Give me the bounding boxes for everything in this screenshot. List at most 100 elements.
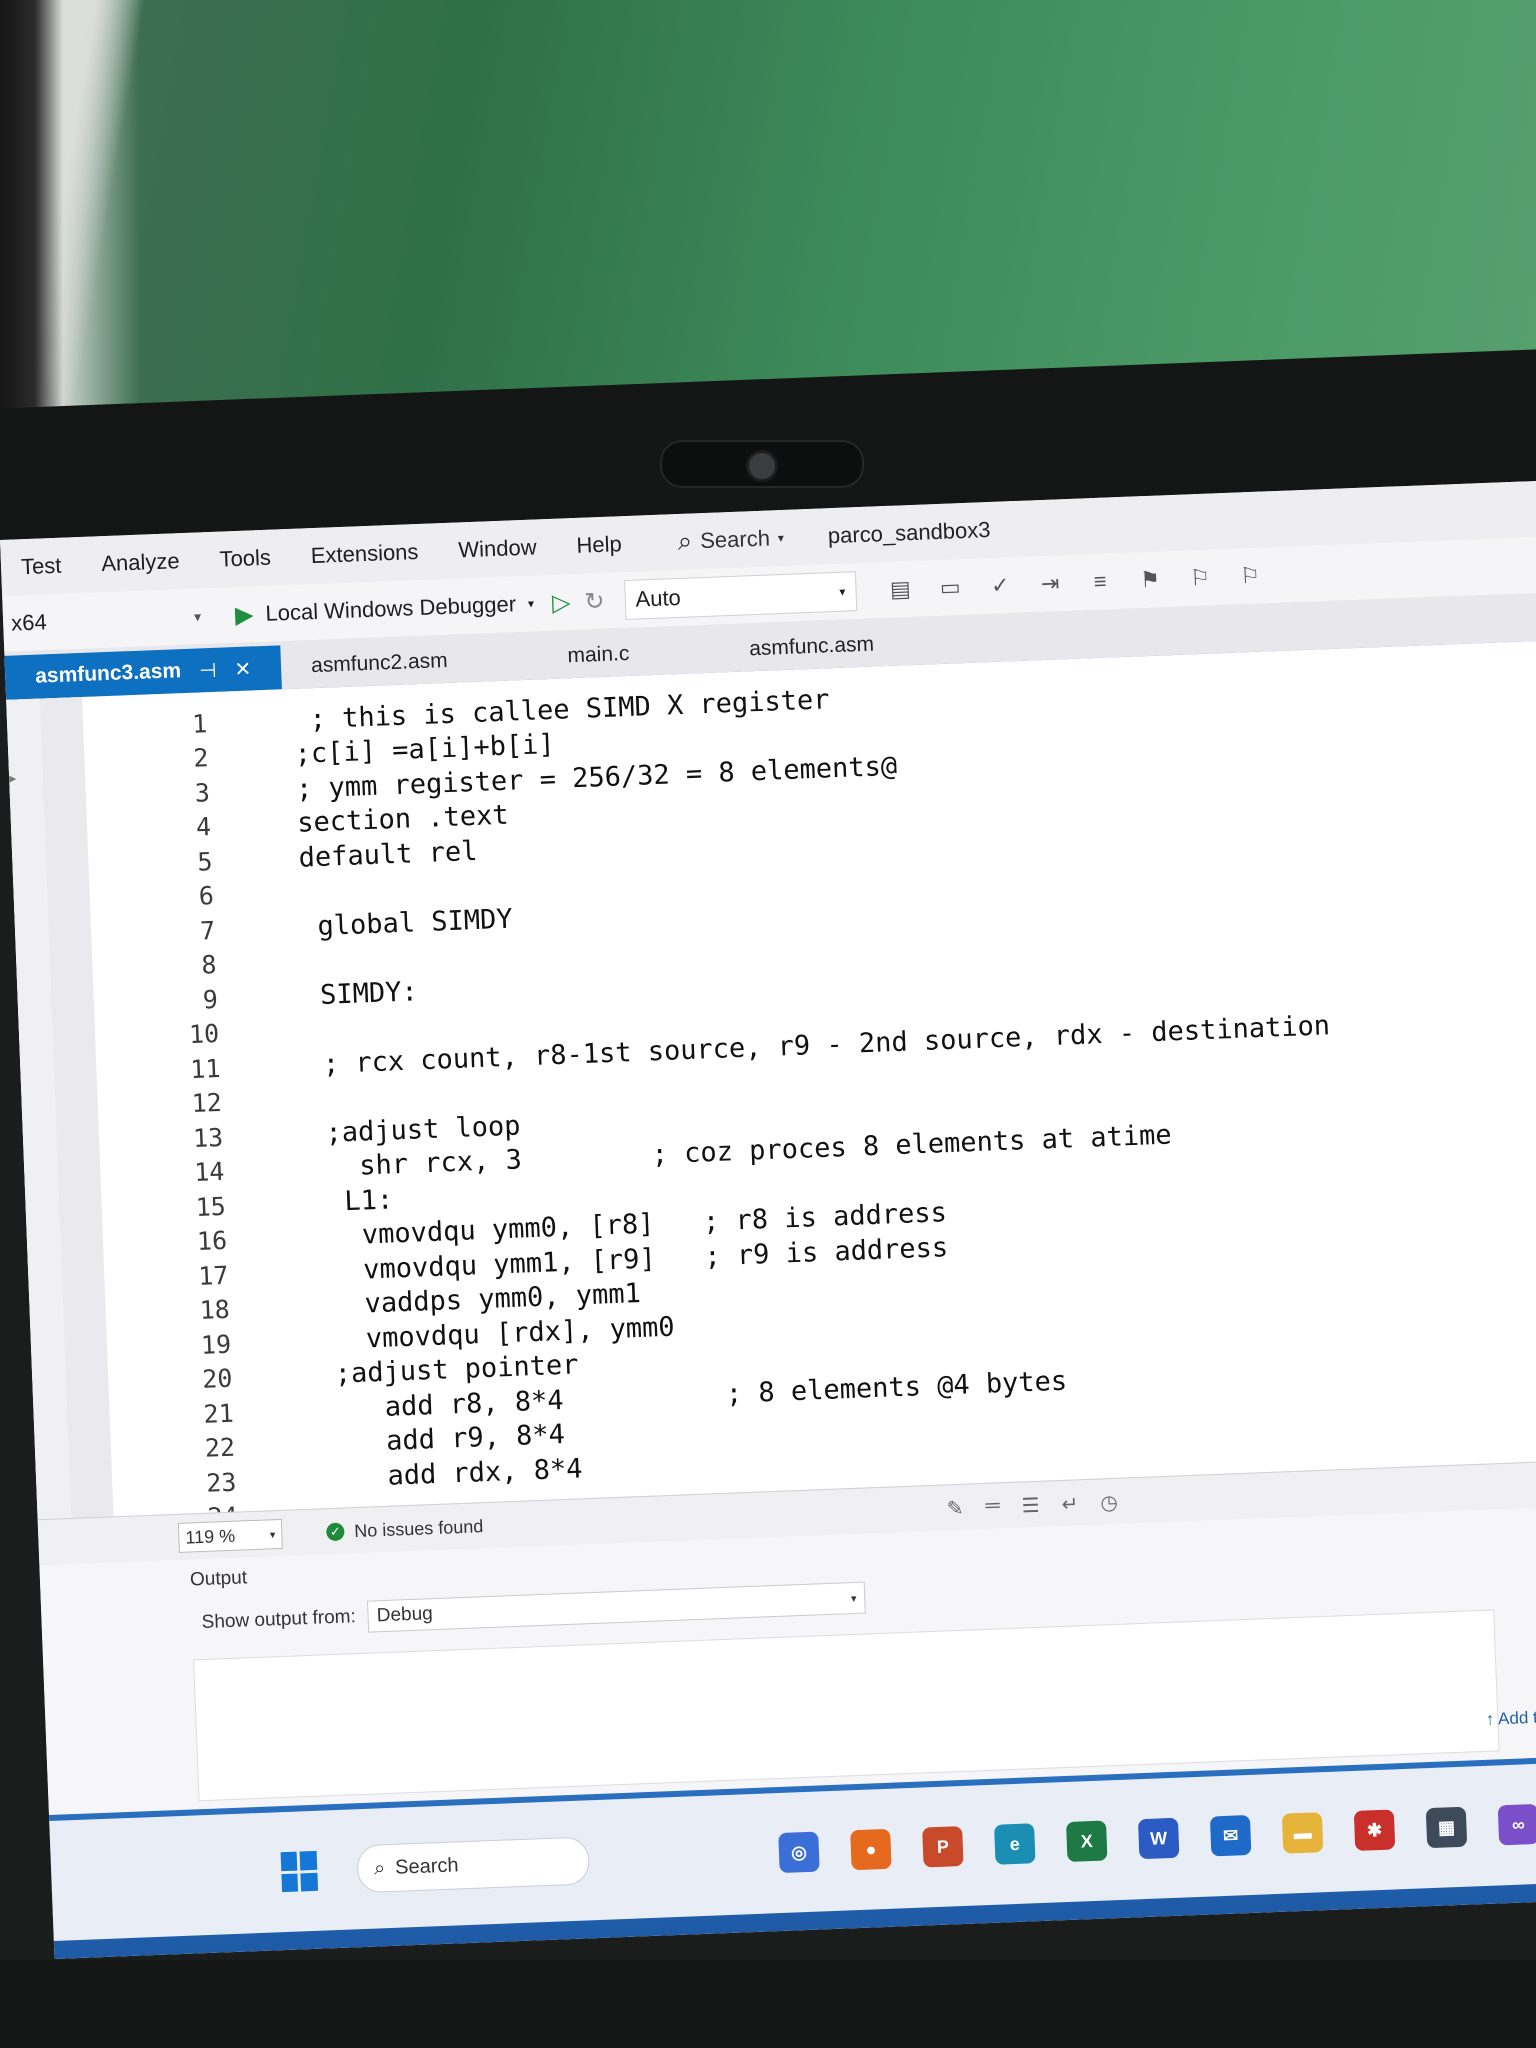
- line-number: 22: [204, 1432, 236, 1464]
- zoom-value: 119 %: [185, 1525, 236, 1548]
- hot-reload-icon[interactable]: ↻: [584, 586, 605, 616]
- brush-icon[interactable]: ✎: [946, 1495, 964, 1521]
- line-number: 4: [195, 812, 212, 842]
- close-icon[interactable]: ✕: [234, 656, 252, 682]
- line-number: 10: [188, 1019, 220, 1050]
- powerpoint-icon[interactable]: P: [922, 1826, 964, 1868]
- bookmark-icon[interactable]: ⚑: [1136, 565, 1165, 594]
- chevron-down-icon: ▾: [193, 607, 202, 625]
- tab-main-c[interactable]: main.c: [537, 631, 660, 680]
- excel-icon[interactable]: X: [1065, 1820, 1108, 1862]
- wrap-icon[interactable]: ↵: [1061, 1491, 1079, 1517]
- line-icon[interactable]: ═: [985, 1494, 1000, 1520]
- line-number: 19: [200, 1329, 232, 1360]
- window-icon[interactable]: ▭: [936, 573, 965, 602]
- menu-analyze[interactable]: Analyze: [81, 547, 200, 578]
- line-number: 1: [191, 708, 208, 739]
- menu-tools[interactable]: Tools: [199, 544, 291, 573]
- start-debugging-button[interactable]: ▶ Local Windows Debugger ▾: [234, 589, 535, 629]
- firefox-icon[interactable]: ●: [850, 1828, 892, 1871]
- code-text[interactable]: L1:: [295, 1184, 394, 1219]
- chevron-down-icon: ▾: [850, 1592, 857, 1605]
- menu-window[interactable]: Window: [438, 534, 557, 565]
- copilot-icon[interactable]: ◎: [778, 1831, 820, 1874]
- taskbar-apps: ◎ ● P e X W ✉ ▬ ✱ ▦ ∞ >_: [778, 1801, 1536, 1874]
- code-editor[interactable]: ▸ 1 ; this is callee SIMD X register 2 ;c…: [6, 639, 1536, 1532]
- list-icon[interactable]: ☰: [1021, 1492, 1040, 1518]
- line-number: 14: [193, 1157, 225, 1188]
- code-area[interactable]: 1 ; this is callee SIMD X register 2 ;c[i…: [97, 664, 1348, 1538]
- pin-icon[interactable]: ⊣: [199, 657, 217, 683]
- line-number: 17: [197, 1260, 229, 1291]
- add-to-source-label: Add to Sourc: [1497, 1706, 1536, 1729]
- taskbar-search-label: Search: [394, 1853, 459, 1879]
- code-text[interactable]: SIMDY:: [287, 976, 419, 1012]
- issues-indicator[interactable]: ✓ No issues found: [325, 1516, 484, 1543]
- output-title: Output: [189, 1567, 248, 1591]
- windows-start-icon[interactable]: [280, 1850, 318, 1893]
- search-icon: ⌕: [373, 1856, 386, 1880]
- taskbar-search[interactable]: ⌕ Search: [356, 1836, 591, 1894]
- chevron-down-icon: ▾: [839, 584, 846, 599]
- bookmark-prev-icon[interactable]: ⚐: [1186, 563, 1215, 592]
- add-to-source-control-button[interactable]: ↑ Add to Sourc: [1485, 1706, 1536, 1730]
- word-icon[interactable]: W: [1137, 1817, 1180, 1860]
- menu-help[interactable]: Help: [556, 530, 642, 559]
- status-tools: ✎ ═ ☰ ↵ ◷: [946, 1489, 1118, 1521]
- line-number: 15: [195, 1191, 227, 1222]
- chevron-down-icon: ▾: [269, 1528, 276, 1541]
- file-explorer-icon[interactable]: ▬: [1281, 1812, 1324, 1854]
- tab-asmfunc[interactable]: asmfunc.asm: [718, 621, 904, 672]
- spellcheck-icon[interactable]: ✓: [986, 571, 1015, 600]
- line-number: 23: [205, 1467, 237, 1498]
- line-number: 13: [192, 1122, 224, 1153]
- line-number: 3: [194, 777, 211, 808]
- check-icon: ✓: [325, 1522, 345, 1542]
- platform-value: x64: [10, 609, 48, 636]
- start-without-debugging-icon[interactable]: ▷: [551, 588, 571, 618]
- line-number: 6: [198, 881, 215, 911]
- line-number: 2: [192, 743, 210, 773]
- search-icon: ⌕: [677, 525, 693, 556]
- platform-select[interactable]: x64 ▾: [3, 603, 212, 637]
- laptop-bezel-bottom: [0, 1960, 1536, 2048]
- chevron-down-icon: ▾: [777, 530, 785, 546]
- output-source-select[interactable]: Debug ▾: [367, 1581, 867, 1633]
- bookmark-next-icon[interactable]: ⚐: [1236, 562, 1265, 591]
- show-output-label: Show output from:: [201, 1606, 357, 1634]
- search-box[interactable]: ⌕ Search ▾: [660, 515, 801, 565]
- solution-name: parco_sandbox3: [827, 516, 991, 549]
- line-number: 9: [202, 984, 219, 1015]
- line-number: 11: [189, 1053, 221, 1084]
- zoom-select[interactable]: 119 % ▾: [177, 1518, 283, 1553]
- app-grid-icon[interactable]: ▦: [1425, 1806, 1468, 1849]
- tab-asmfunc2[interactable]: asmfunc2.asm: [280, 638, 478, 690]
- line-number: 21: [203, 1398, 235, 1429]
- line-number: 18: [199, 1295, 231, 1326]
- collapse-arrow-icon[interactable]: ▸: [9, 769, 30, 794]
- toolbar-icons: ▤ ▭ ✓ ⇥ ≡ ⚑ ⚐ ⚐: [886, 562, 1265, 604]
- edge-icon[interactable]: e: [994, 1823, 1036, 1865]
- mail-icon[interactable]: ✉: [1209, 1814, 1252, 1857]
- app-red-icon[interactable]: ✱: [1353, 1809, 1396, 1851]
- laptop-screen: Test Analyze Tools Extensions Window Hel…: [0, 480, 1536, 1959]
- menu-test[interactable]: Test: [1, 552, 82, 581]
- step-icon[interactable]: ⇥: [1036, 569, 1065, 598]
- line-number: 16: [196, 1226, 228, 1257]
- line-number: 12: [191, 1088, 223, 1119]
- output-source-row: Show output from: Debug ▾: [201, 1581, 867, 1639]
- config-value: Auto: [635, 584, 682, 612]
- line-number: 20: [201, 1363, 233, 1395]
- play-icon: ▶: [234, 600, 255, 629]
- clock-icon[interactable]: ◷: [1100, 1489, 1118, 1515]
- line-number: 7: [199, 915, 216, 946]
- output-source-value: Debug: [376, 1603, 434, 1627]
- config-select[interactable]: Auto ▾: [623, 571, 858, 621]
- menu-extensions[interactable]: Extensions: [290, 538, 439, 570]
- comment-icon[interactable]: ≡: [1086, 567, 1115, 596]
- code-text[interactable]: default rel: [282, 836, 478, 874]
- line-number: 8: [200, 950, 218, 980]
- tab-label: asmfunc3.asm: [34, 659, 182, 688]
- folder-icon[interactable]: ▤: [886, 575, 915, 604]
- visual-studio-icon[interactable]: ∞: [1497, 1803, 1536, 1846]
